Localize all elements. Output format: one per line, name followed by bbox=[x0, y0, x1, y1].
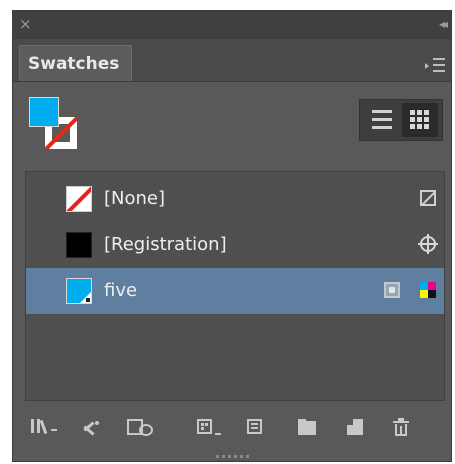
new-swatch-icon[interactable] bbox=[343, 415, 367, 439]
bottom-toolbar bbox=[13, 407, 451, 447]
fill-swatch[interactable] bbox=[29, 97, 59, 127]
show-color-swatches-icon[interactable] bbox=[79, 415, 103, 439]
swatch-row-none[interactable]: [None] bbox=[26, 176, 444, 222]
new-swatch-folder-icon[interactable] bbox=[295, 415, 319, 439]
panel-tab-strip: Swatches bbox=[13, 39, 451, 82]
cyan-swatch-chip bbox=[66, 278, 92, 304]
cmyk-icon bbox=[420, 282, 436, 298]
panel-title-bar: × ◂◂ bbox=[13, 11, 451, 39]
no-edit-icon bbox=[420, 190, 436, 206]
show-all-swatches-icon[interactable] bbox=[27, 415, 61, 439]
swatch-label: [Registration] bbox=[104, 234, 227, 255]
swatch-label: [None] bbox=[104, 188, 166, 209]
fill-stroke-widget[interactable] bbox=[27, 95, 87, 155]
registration-icon bbox=[418, 234, 438, 254]
close-icon[interactable]: × bbox=[19, 15, 32, 33]
show-gradient-swatches-icon[interactable] bbox=[123, 415, 159, 439]
resize-grip[interactable] bbox=[212, 454, 252, 459]
swatch-row-registration[interactable]: [Registration] bbox=[26, 222, 444, 268]
collapse-panel-icon[interactable]: ◂◂ bbox=[439, 15, 448, 33]
list-view-icon[interactable] bbox=[363, 103, 399, 137]
swatch-label: five bbox=[104, 280, 138, 301]
swatch-views-icon[interactable] bbox=[193, 415, 223, 439]
tab-swatches[interactable]: Swatches bbox=[19, 45, 132, 81]
swatch-row-five[interactable]: five bbox=[26, 268, 444, 314]
process-color-icon bbox=[384, 282, 400, 298]
swatch-list: [None] [Registration] five bbox=[25, 171, 445, 401]
view-toggle bbox=[359, 99, 443, 141]
registration-swatch-chip bbox=[66, 232, 92, 258]
swatches-panel: × ◂◂ Swatches [None] [Registration] five bbox=[12, 10, 452, 462]
none-swatch-chip bbox=[66, 186, 92, 212]
new-color-group-icon[interactable] bbox=[243, 415, 267, 439]
thumbnail-view-icon[interactable] bbox=[402, 103, 438, 137]
panel-menu-icon[interactable] bbox=[425, 55, 447, 75]
delete-swatch-icon[interactable] bbox=[389, 415, 413, 439]
